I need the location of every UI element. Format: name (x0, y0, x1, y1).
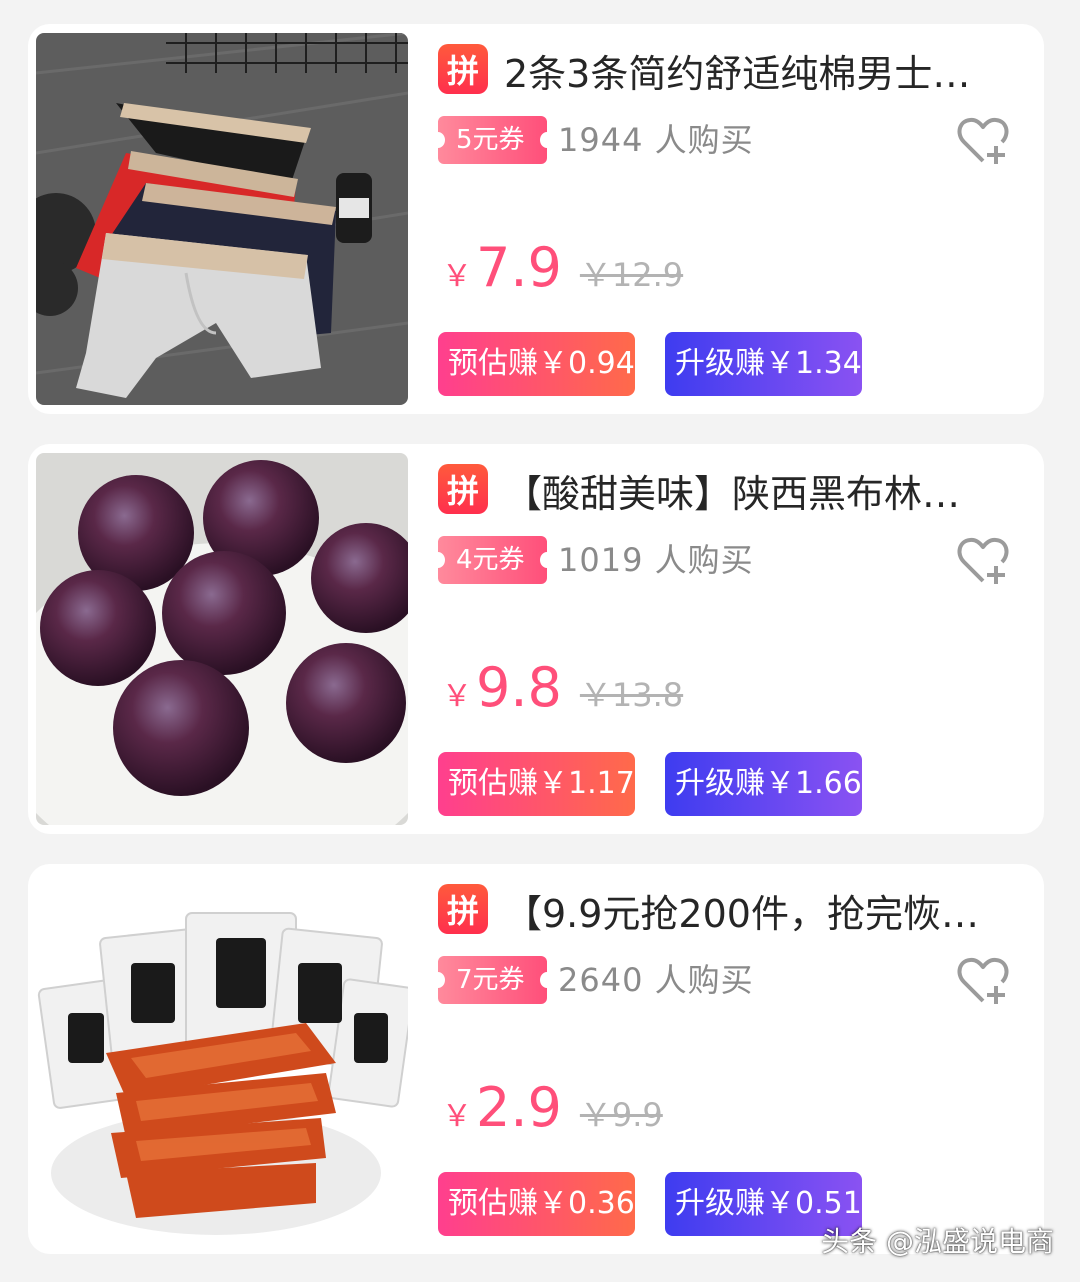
estimated-earn-button[interactable]: 预估赚￥0.94 (438, 332, 635, 396)
original-price: ￥13.8 (579, 676, 684, 714)
product-title[interactable]: 【9.9元抢200件，抢完恢… (504, 886, 1014, 942)
product-list: 拼 2条3条简约舒适纯棉男士… 5元券 1944 人购买 ￥ 7.9 ￥12.9… (0, 0, 1080, 1282)
estimated-earn-button[interactable]: 预估赚￥1.17 (438, 752, 635, 816)
currency-symbol: ￥ (442, 259, 472, 294)
product-image[interactable] (36, 873, 408, 1245)
original-price: ￥12.9 (579, 256, 684, 294)
buyer-count: 1019 人购买 (558, 541, 754, 579)
buyer-count: 2640 人购买 (558, 961, 754, 999)
group-buy-badge: 拼 (438, 44, 488, 94)
favorite-add-icon[interactable] (956, 116, 1010, 166)
price-row: ￥ 7.9 ￥12.9 (442, 238, 683, 298)
original-price: ￥9.9 (579, 1096, 663, 1134)
buyer-count: 1944 人购买 (558, 121, 754, 159)
underwear-photo-icon (36, 33, 408, 405)
product-image[interactable] (36, 453, 408, 825)
product-title[interactable]: 2条3条简约舒适纯棉男士… (504, 46, 1014, 102)
estimated-earn-button[interactable]: 预估赚￥0.36 (438, 1172, 635, 1236)
current-price: 2.9 (476, 1076, 562, 1139)
current-price: 7.9 (476, 236, 562, 299)
upgrade-earn-button[interactable]: 升级赚￥1.34 (665, 332, 862, 396)
coupon-tag: 7元券 (431, 956, 554, 1004)
product-image[interactable] (36, 33, 408, 405)
watermark: 头条 @泓盛说电商 (821, 1225, 1054, 1258)
upgrade-earn-button[interactable]: 升级赚￥1.66 (665, 752, 862, 816)
group-buy-badge: 拼 (438, 464, 488, 514)
currency-symbol: ￥ (442, 1099, 472, 1134)
product-card[interactable]: 拼 【酸甜美味】陕西黑布林… 4元券 1019 人购买 ￥ 9.8 ￥13.8 … (28, 444, 1044, 834)
group-buy-badge: 拼 (438, 884, 488, 934)
product-card[interactable]: 拼 【9.9元抢200件，抢完恢… 7元券 2640 人购买 ￥ 2.9 ￥9.… (28, 864, 1044, 1254)
product-title[interactable]: 【酸甜美味】陕西黑布林… (504, 466, 1014, 522)
price-row: ￥ 9.8 ￥13.8 (442, 658, 683, 718)
price-row: ￥ 2.9 ￥9.9 (442, 1078, 663, 1138)
coupon-tag: 5元券 (431, 116, 554, 164)
product-card[interactable]: 拼 2条3条简约舒适纯棉男士… 5元券 1944 人购买 ￥ 7.9 ￥12.9… (28, 24, 1044, 414)
plums-photo-icon (36, 453, 408, 825)
favorite-add-icon[interactable] (956, 956, 1010, 1006)
favorite-add-icon[interactable] (956, 536, 1010, 586)
currency-symbol: ￥ (442, 679, 472, 714)
coupon-tag: 4元券 (431, 536, 554, 584)
spicy-snack-photo-icon (36, 873, 408, 1245)
current-price: 9.8 (476, 656, 562, 719)
